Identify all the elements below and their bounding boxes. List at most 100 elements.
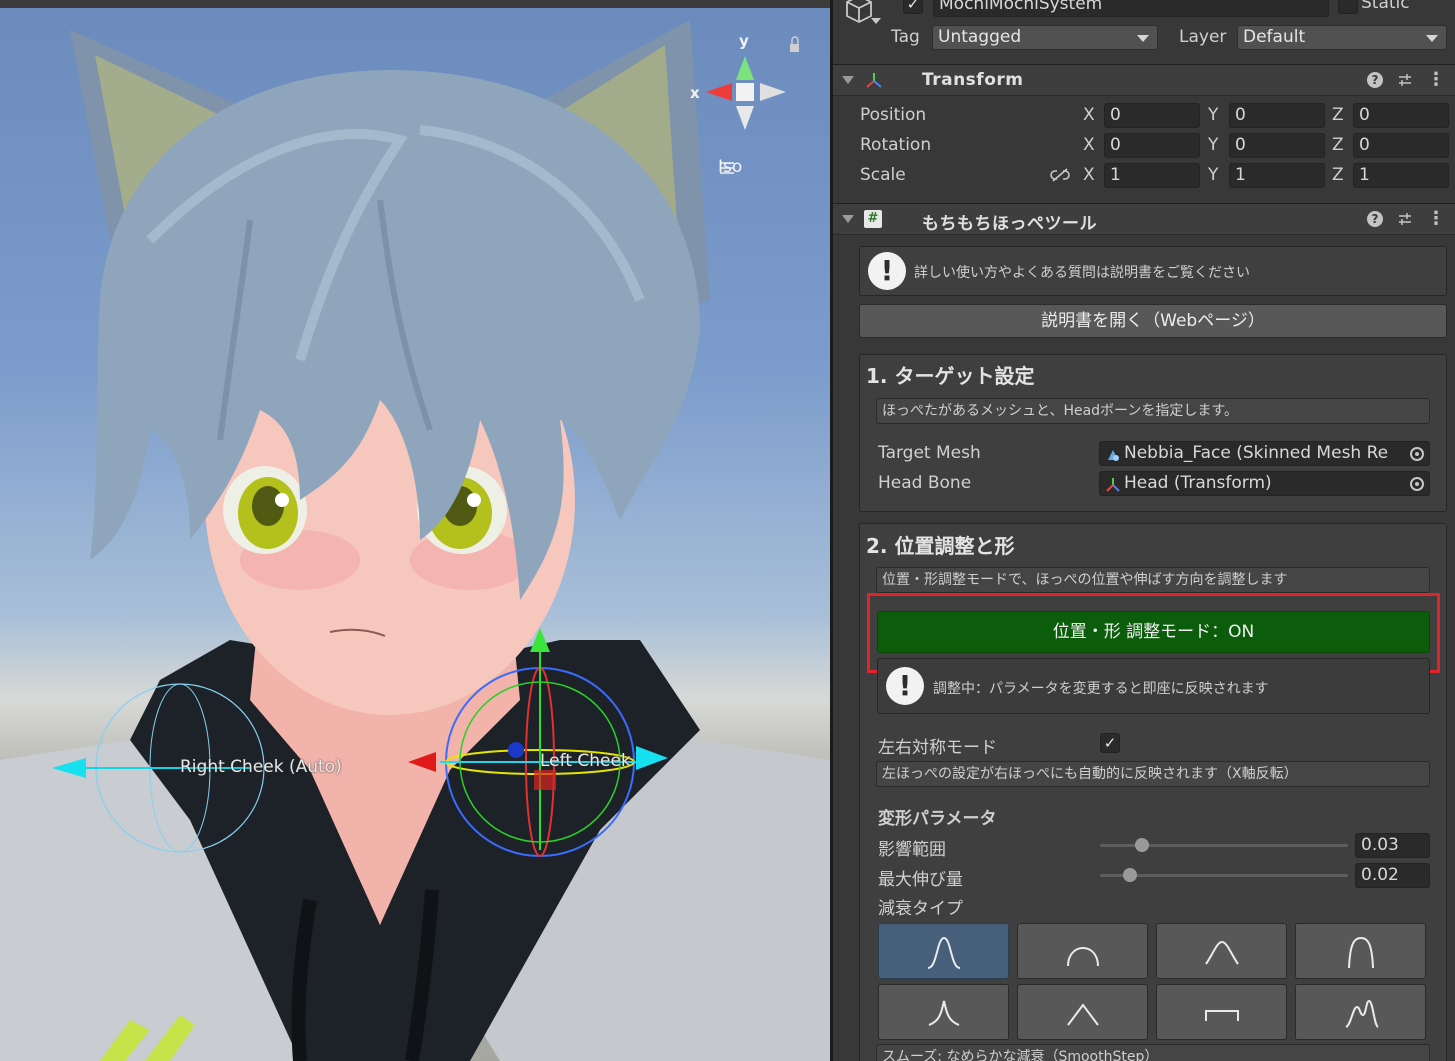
falloff-sphere-button[interactable] <box>1156 923 1287 979</box>
rotation-y-axis[interactable]: Y <box>1208 135 1218 155</box>
left-cheek-label: Left Cheek <box>540 751 631 771</box>
falloff-gaussian-icon <box>927 936 961 969</box>
tag-caret-icon <box>1137 35 1149 42</box>
falloff-bell-button[interactable] <box>1295 923 1426 979</box>
stretch-label: 最大伸び量 <box>878 870 963 890</box>
help-icon[interactable]: ? <box>1367 72 1383 88</box>
right-cheek-label: Right Cheek (Auto) <box>180 757 342 777</box>
tag-label: Tag <box>891 27 920 47</box>
csharp-script-icon: # <box>864 210 882 228</box>
rotation-x-axis[interactable]: X <box>1083 135 1095 155</box>
position-x-axis[interactable]: X <box>1083 105 1095 125</box>
symmetry-label: 左右対称モード <box>878 738 997 758</box>
stretch-slider-thumb[interactable] <box>1122 868 1137 882</box>
adjust-mode-toggle-button[interactable]: 位置・形 調整モード：ON <box>877 611 1430 653</box>
falloff-type-label: 減衰タイプ <box>878 899 963 919</box>
position-y-field[interactable]: 0 <box>1229 103 1325 128</box>
layer-label: Layer <box>1179 27 1227 47</box>
tag-dropdown[interactable]: Untagged <box>932 25 1158 50</box>
scale-z-axis[interactable]: Z <box>1332 165 1344 185</box>
scale-z-field[interactable]: 1 <box>1353 163 1449 188</box>
rotation-label: Rotation <box>860 135 932 155</box>
position-z-field[interactable]: 0 <box>1353 103 1449 128</box>
falloff-linear-icon <box>1067 1003 1099 1026</box>
transform-header[interactable]: Transform ? ⋮ <box>833 64 1455 96</box>
transform-title: Transform <box>922 70 1024 90</box>
transform-axes-icon <box>1106 478 1120 492</box>
layer-caret-icon <box>1426 35 1438 42</box>
manual-info-text: 詳しい使い方やよくある質問は説明書をご覧ください <box>914 265 1250 281</box>
scale-y-axis[interactable]: Y <box>1208 165 1218 185</box>
rotation-y-field[interactable]: 0 <box>1229 133 1325 158</box>
mochi-tool-header[interactable]: # もちもちほっぺツール ? ⋮ <box>833 203 1455 235</box>
tag-value: Untagged <box>938 27 1022 47</box>
stretch-value-field[interactable]: 0.02 <box>1355 863 1430 888</box>
falloff-gaussian-button[interactable] <box>878 923 1009 979</box>
object-picker-icon[interactable] <box>1410 447 1424 461</box>
manual-info-box: ! 詳しい使い方やよくある質問は説明書をご覧ください <box>859 246 1447 296</box>
falloff-custom-button[interactable] <box>1295 984 1426 1040</box>
icon-dropdown-caret-icon[interactable] <box>871 18 881 24</box>
static-checkbox[interactable] <box>1338 0 1358 14</box>
more-options-icon[interactable]: ⋮ <box>1427 71 1445 89</box>
rotation-z-field[interactable]: 0 <box>1353 133 1449 158</box>
falloff-note-box: スムーズ: なめらかな減衰（SmoothStep） <box>876 1044 1430 1061</box>
warning-exclamation-icon: ! <box>886 667 924 705</box>
info-exclamation-icon: ! <box>868 252 906 290</box>
influence-value-field[interactable]: 0.03 <box>1355 833 1430 858</box>
falloff-linear-button[interactable] <box>1017 984 1148 1040</box>
head-bone-label: Head Bone <box>878 473 972 493</box>
position-x-field[interactable]: 0 <box>1104 103 1200 128</box>
position-label: Position <box>860 105 927 125</box>
falloff-smooth-button[interactable] <box>1017 923 1148 979</box>
falloff-constant-icon <box>1205 1010 1239 1021</box>
influence-label: 影響範囲 <box>878 840 946 860</box>
constrain-proportions-link-icon[interactable] <box>1050 167 1070 183</box>
layer-dropdown[interactable]: Default <box>1237 25 1447 50</box>
foldout-arrow-icon[interactable] <box>842 215 854 223</box>
scale-x-axis[interactable]: X <box>1083 165 1095 185</box>
gameobject-name-field[interactable]: MochiMochiSystem <box>933 0 1329 17</box>
falloff-sharp-button[interactable] <box>878 984 1009 1040</box>
object-picker-icon[interactable] <box>1410 477 1424 491</box>
layer-value: Default <box>1243 27 1306 47</box>
mochi-tool-title: もちもちほっぺツール <box>922 214 1097 234</box>
open-manual-button[interactable]: 説明書を開く（Webページ） <box>859 304 1447 338</box>
stretch-slider[interactable] <box>1100 874 1348 877</box>
falloff-bell-icon <box>1348 936 1374 969</box>
active-checkbox[interactable]: ✓ <box>903 0 923 14</box>
transform-axes-icon <box>866 73 881 88</box>
adjusting-warning-box: ! 調整中：パラメータを変更すると即座に反映されます <box>877 658 1430 714</box>
symmetry-help-box: 左ほっぺの設定が右ほっぺにも自動的に反映されます（X軸反転） <box>876 761 1430 787</box>
projection-label[interactable]: Iso <box>718 157 742 177</box>
scene-view[interactable]: y x Iso Right Cheek (Auto) Left Cheek <box>0 0 830 1061</box>
rotation-x-field[interactable]: 0 <box>1104 133 1200 158</box>
position-y-axis[interactable]: Y <box>1208 105 1218 125</box>
falloff-sphere-icon <box>1205 940 1239 965</box>
gizmo-x-label: x <box>690 84 700 102</box>
more-options-icon[interactable]: ⋮ <box>1427 210 1445 228</box>
falloff-custom-icon <box>1345 999 1379 1028</box>
scale-x-field[interactable]: 1 <box>1104 163 1200 188</box>
scale-y-field[interactable]: 1 <box>1229 163 1325 188</box>
falloff-constant-button[interactable] <box>1156 984 1287 1040</box>
foldout-arrow-icon[interactable] <box>842 76 854 84</box>
gizmo-y-label: y <box>739 32 749 50</box>
head-bone-value: Head (Transform) <box>1124 473 1272 493</box>
static-label: Static <box>1361 0 1410 13</box>
help-icon[interactable]: ? <box>1367 211 1383 227</box>
adjusting-warning-text: 調整中：パラメータを変更すると即座に反映されます <box>933 681 1269 697</box>
presets-sliders-icon[interactable] <box>1397 211 1413 227</box>
section1-title: 1. ターゲット設定 <box>866 364 1035 388</box>
section1-help-box: ほっぺたがあるメッシュと、Headボーンを指定します。 <box>876 398 1430 424</box>
position-z-axis[interactable]: Z <box>1332 105 1344 125</box>
target-mesh-value: Nebbia_Face (Skinned Mesh Re <box>1124 443 1389 463</box>
symmetry-checkbox[interactable]: ✓ <box>1100 733 1120 753</box>
head-bone-field[interactable]: Head (Transform) <box>1099 471 1430 496</box>
rotation-z-axis[interactable]: Z <box>1332 135 1344 155</box>
avatar-render <box>0 20 830 1061</box>
presets-sliders-icon[interactable] <box>1397 72 1413 88</box>
target-mesh-field[interactable]: Nebbia_Face (Skinned Mesh Re <box>1099 441 1430 466</box>
target-mesh-label: Target Mesh <box>878 443 981 463</box>
skinned-mesh-icon <box>1108 450 1119 461</box>
